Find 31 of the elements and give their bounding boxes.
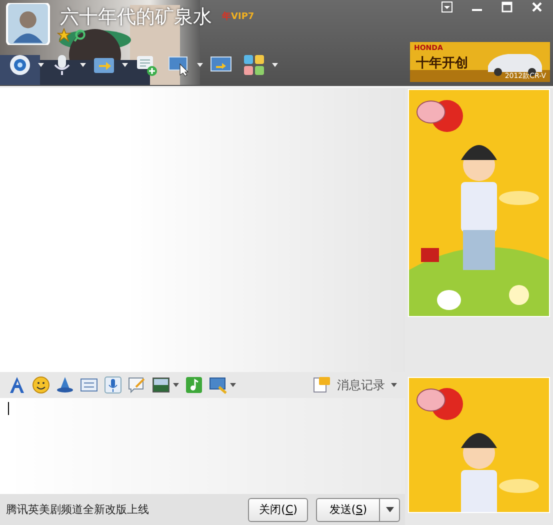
chat-history-icon — [313, 376, 331, 394]
send-options-button[interactable] — [380, 498, 400, 522]
message-input[interactable] — [0, 398, 405, 494]
music-icon[interactable] — [185, 376, 203, 394]
dropdown-icon[interactable] — [197, 63, 203, 67]
apps-icon[interactable] — [242, 53, 266, 77]
hat-icon[interactable] — [56, 376, 74, 394]
caret-icon — [386, 506, 394, 512]
avatar-image[interactable] — [6, 3, 50, 45]
dropdown-icon[interactable] — [38, 63, 44, 67]
font-icon[interactable] — [8, 376, 26, 394]
screenshot-icon[interactable] — [209, 376, 227, 394]
dropdown-icon[interactable] — [122, 63, 128, 67]
note-edit-icon[interactable] — [128, 376, 146, 394]
dropdown-icon[interactable] — [173, 383, 179, 387]
star-icon — [57, 28, 71, 42]
dropdown-icon[interactable] — [80, 63, 86, 67]
smiley-icon[interactable] — [32, 376, 50, 394]
chat-add-icon[interactable] — [134, 53, 158, 77]
dropdown-icon[interactable] — [272, 63, 278, 67]
close-button[interactable]: 关闭(C) — [248, 498, 308, 522]
vip-label: 年VIP7 — [222, 10, 254, 23]
send-button[interactable]: 发送(S) — [316, 498, 380, 522]
camera-icon[interactable] — [8, 53, 32, 77]
notice-link[interactable]: 腾讯英美剧频道全新改版上线 — [6, 502, 149, 517]
dropdown-icon[interactable] — [391, 383, 397, 387]
image-icon[interactable] — [152, 376, 170, 394]
microphone-icon[interactable] — [104, 376, 122, 394]
dropdown-icon[interactable] — [230, 383, 236, 387]
message-history-button[interactable]: 消息记录 — [313, 376, 385, 394]
ad-slogan: 十年开创 — [416, 55, 468, 72]
